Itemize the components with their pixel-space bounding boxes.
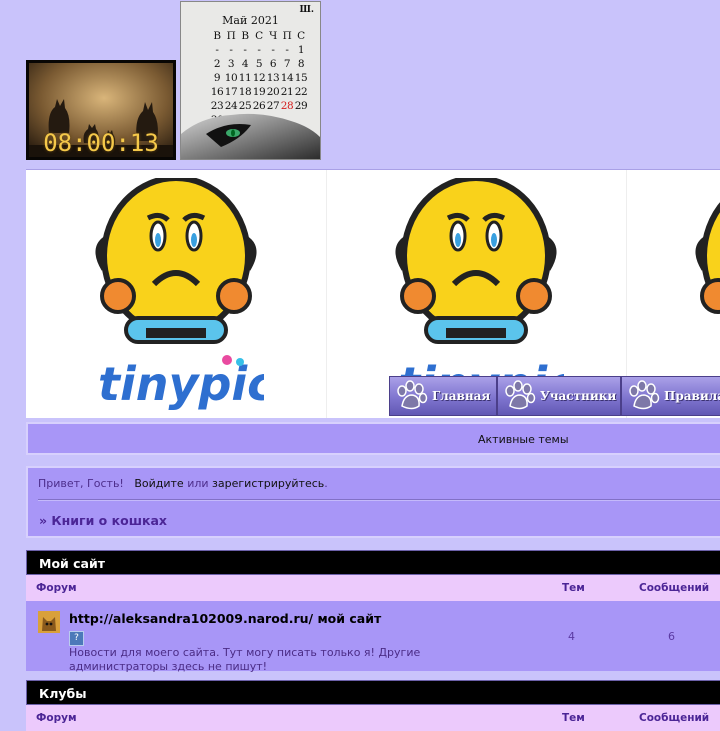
- column-header-topics: Тем: [562, 712, 585, 724]
- nav-tab-home[interactable]: Главная: [389, 376, 497, 416]
- forum-posts-cell: 6: [624, 601, 720, 671]
- guest-greeting: Привет, Гость!: [38, 477, 124, 490]
- calendar-day: 21: [280, 86, 294, 98]
- calendar-weekdays: В П В С Ч П С: [210, 29, 308, 43]
- calendar-day: 13: [266, 72, 280, 84]
- calendar-week: 9 10 11 12 13 14 15: [210, 71, 308, 85]
- paw-icon: [629, 380, 660, 410]
- forum-section-clubs: Клубы Форум Тем Сообщений: [26, 680, 720, 731]
- calendar-week: 16 17 18 19 20 21 22: [210, 85, 308, 99]
- forum-row: http://aleksandra102009.narod.ru/ мой са…: [26, 601, 720, 674]
- calendar-day: 3: [227, 58, 235, 70]
- calendar-day: -: [285, 44, 289, 56]
- calendar-day: 15: [294, 72, 308, 84]
- paw-icon: [397, 380, 428, 410]
- calendar-day: 1: [297, 44, 305, 56]
- forum-title-link[interactable]: http://aleksandra102009.narod.ru/ мой са…: [69, 611, 381, 626]
- column-header-forum: Форум: [36, 712, 77, 724]
- active-topics-bar: Активные темы: [26, 422, 720, 455]
- section-title: Мой сайт: [26, 550, 720, 575]
- calendar-week: - - - - - - 1: [210, 43, 308, 57]
- divider: [38, 499, 720, 501]
- calendar-day: 8: [297, 58, 305, 70]
- calendar-day: 11: [238, 72, 252, 84]
- greeting-period: .: [324, 477, 328, 490]
- calendar-day: -: [243, 44, 247, 56]
- forum-cat-icon: [38, 611, 60, 633]
- section-title: Клубы: [26, 680, 720, 705]
- calendar-day: 10: [224, 72, 238, 84]
- calendar-weekday: В: [241, 30, 249, 42]
- calendar-weekday: П: [226, 30, 236, 42]
- calendar-week: 2 3 4 5 6 7 8: [210, 57, 308, 71]
- clock-time: 08:00:13: [43, 129, 159, 157]
- forum-section-my-site: Мой сайт Форум Тем Сообщений http://alek…: [26, 550, 720, 674]
- column-header-posts: Сообщений: [639, 582, 710, 594]
- forum-topics-count: 4: [568, 630, 575, 643]
- calendar-day: 4: [241, 58, 249, 70]
- calendar-weekday: С: [297, 30, 305, 42]
- calendar-day: 5: [255, 58, 263, 70]
- breadcrumb[interactable]: » Книги о кошках: [39, 513, 167, 528]
- greeting-line: Привет, Гость! Войдите или зарегистрируй…: [38, 477, 328, 490]
- banner-divider: [326, 170, 327, 418]
- tinypic-logo: tinypic: [97, 355, 264, 412]
- main-navigation: Главная Участники Правила: [389, 376, 720, 416]
- calendar-widget: Ш. Май 2021 В П В С Ч П С - - - - - - 1 …: [180, 1, 321, 160]
- calendar-day: 19: [252, 86, 266, 98]
- calendar-day: 2: [213, 58, 221, 70]
- column-header-forum: Форум: [36, 582, 77, 594]
- calendar-cat-image: [181, 113, 320, 159]
- nav-tab-label: Главная: [432, 389, 491, 403]
- login-link[interactable]: Войдите: [134, 477, 183, 490]
- nav-tab-label: Правила: [664, 389, 720, 403]
- nav-tab-label: Участники: [540, 389, 617, 403]
- calendar-day: 20: [266, 86, 280, 98]
- column-headers: Форум Тем Сообщений: [26, 575, 720, 601]
- calendar-weekday: П: [282, 30, 292, 42]
- forum-info-cell: http://aleksandra102009.narod.ru/ мой са…: [26, 601, 522, 674]
- register-link[interactable]: зарегистрируйтесь: [212, 477, 324, 490]
- calendar-day: 17: [224, 86, 238, 98]
- calendar-weekday: С: [255, 30, 263, 42]
- question-icon: ?: [69, 631, 84, 646]
- column-header-posts: Сообщений: [639, 712, 710, 724]
- forum-description-text: Новости для моего сайта. Тут могу писать…: [69, 646, 421, 673]
- calendar-day: 18: [238, 86, 252, 98]
- calendar-month: Май 2021: [222, 14, 279, 27]
- column-headers: Форум Тем Сообщений: [26, 705, 720, 731]
- calendar-day: -: [229, 44, 233, 56]
- forum-topics-cell: 4: [523, 601, 623, 671]
- calendar-day: -: [215, 44, 219, 56]
- calendar-day: 16: [210, 86, 224, 98]
- calendar-day: 22: [294, 86, 308, 98]
- forum-description: ? Новости для моего сайта. Тут могу писа…: [69, 629, 469, 674]
- forum-posts-count: 6: [668, 630, 675, 643]
- calendar-day: 6: [269, 58, 277, 70]
- calendar-day: -: [257, 44, 261, 56]
- calendar-day: 7: [283, 58, 291, 70]
- nav-tab-rules[interactable]: Правила: [621, 376, 720, 416]
- calendar-day: -: [271, 44, 275, 56]
- calendar-weekday: В: [213, 30, 221, 42]
- calendar-day: 9: [213, 72, 221, 84]
- nav-tab-members[interactable]: Участники: [497, 376, 621, 416]
- or-text: или: [187, 477, 209, 490]
- greeting-panel: Привет, Гость! Войдите или зарегистрируй…: [26, 466, 720, 538]
- paw-icon: [505, 380, 536, 410]
- column-header-topics: Тем: [562, 582, 585, 594]
- calendar-weekday: Ч: [269, 30, 277, 42]
- calendar-day: 14: [280, 72, 294, 84]
- clock-widget: 08:00:13: [26, 60, 176, 160]
- active-topics-link[interactable]: Активные темы: [478, 433, 569, 446]
- calendar-day: 12: [252, 72, 266, 84]
